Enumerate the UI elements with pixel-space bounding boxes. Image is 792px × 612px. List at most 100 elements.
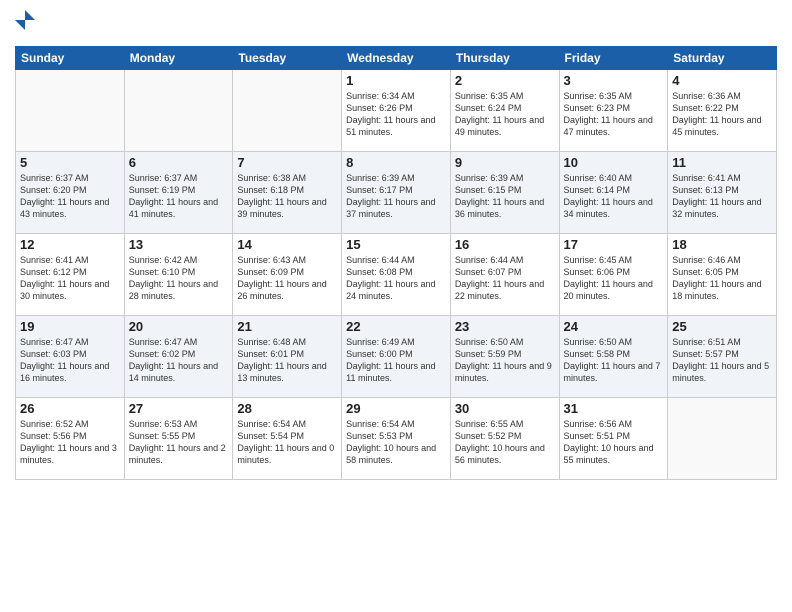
cell-content: Sunrise: 6:38 AM Sunset: 6:18 PM Dayligh… (237, 172, 337, 221)
calendar-week-5: 26 Sunrise: 6:52 AM Sunset: 5:56 PM Dayli… (16, 398, 777, 480)
header (15, 10, 777, 38)
day-number: 4 (672, 73, 772, 88)
calendar-cell: 5 Sunrise: 6:37 AM Sunset: 6:20 PM Daylig… (16, 152, 125, 234)
cell-content: Sunrise: 6:49 AM Sunset: 6:00 PM Dayligh… (346, 336, 446, 385)
cell-content: Sunrise: 6:39 AM Sunset: 6:17 PM Dayligh… (346, 172, 446, 221)
cell-content: Sunrise: 6:42 AM Sunset: 6:10 PM Dayligh… (129, 254, 229, 303)
cell-content: Sunrise: 6:34 AM Sunset: 6:26 PM Dayligh… (346, 90, 446, 139)
day-number: 25 (672, 319, 772, 334)
cell-content: Sunrise: 6:55 AM Sunset: 5:52 PM Dayligh… (455, 418, 555, 467)
calendar-cell: 9 Sunrise: 6:39 AM Sunset: 6:15 PM Daylig… (450, 152, 559, 234)
calendar-cell: 18 Sunrise: 6:46 AM Sunset: 6:05 PM Dayli… (668, 234, 777, 316)
cell-content: Sunrise: 6:44 AM Sunset: 6:07 PM Dayligh… (455, 254, 555, 303)
day-number: 20 (129, 319, 229, 334)
logo (15, 10, 39, 38)
calendar-cell: 23 Sunrise: 6:50 AM Sunset: 5:59 PM Dayli… (450, 316, 559, 398)
calendar-cell: 17Sunrise: 6:45 AM Sunset: 6:06 PM Dayli… (559, 234, 668, 316)
day-number: 3 (564, 73, 664, 88)
calendar-cell (124, 70, 233, 152)
cell-content: Sunrise: 6:47 AM Sunset: 6:03 PM Dayligh… (20, 336, 120, 385)
calendar-cell: 26 Sunrise: 6:52 AM Sunset: 5:56 PM Dayli… (16, 398, 125, 480)
day-number: 16 (455, 237, 555, 252)
cell-content: Sunrise: 6:50 AM Sunset: 5:58 PM Dayligh… (564, 336, 664, 385)
calendar-cell: 30 Sunrise: 6:55 AM Sunset: 5:52 PM Dayli… (450, 398, 559, 480)
calendar: SundayMondayTuesdayWednesdayThursdayFrid… (15, 46, 777, 480)
day-number: 28 (237, 401, 337, 416)
day-number: 2 (455, 73, 555, 88)
calendar-header-friday: Friday (559, 47, 668, 70)
calendar-header-sunday: Sunday (16, 47, 125, 70)
day-number: 9 (455, 155, 555, 170)
calendar-cell: 15 Sunrise: 6:44 AM Sunset: 6:08 PM Dayli… (342, 234, 451, 316)
day-number: 8 (346, 155, 446, 170)
day-number: 27 (129, 401, 229, 416)
day-number: 7 (237, 155, 337, 170)
calendar-cell: 31Sunrise: 6:56 AM Sunset: 5:51 PM Dayli… (559, 398, 668, 480)
calendar-cell: 10 Sunrise: 6:40 AM Sunset: 6:14 PM Dayli… (559, 152, 668, 234)
cell-content: Sunrise: 6:54 AM Sunset: 5:54 PM Dayligh… (237, 418, 337, 467)
day-number: 30 (455, 401, 555, 416)
page: SundayMondayTuesdayWednesdayThursdayFrid… (0, 0, 792, 612)
day-number: 24 (564, 319, 664, 334)
calendar-cell: 2 Sunrise: 6:35 AM Sunset: 6:24 PM Daylig… (450, 70, 559, 152)
calendar-header-saturday: Saturday (668, 47, 777, 70)
calendar-cell (233, 70, 342, 152)
calendar-week-4: 19Sunrise: 6:47 AM Sunset: 6:03 PM Dayli… (16, 316, 777, 398)
calendar-header-thursday: Thursday (450, 47, 559, 70)
cell-content: Sunrise: 6:47 AM Sunset: 6:02 PM Dayligh… (129, 336, 229, 385)
cell-content: Sunrise: 6:39 AM Sunset: 6:15 PM Dayligh… (455, 172, 555, 221)
calendar-week-1: 1 Sunrise: 6:34 AM Sunset: 6:26 PM Daylig… (16, 70, 777, 152)
day-number: 18 (672, 237, 772, 252)
cell-content: Sunrise: 6:35 AM Sunset: 6:24 PM Dayligh… (455, 90, 555, 139)
calendar-header-tuesday: Tuesday (233, 47, 342, 70)
calendar-cell: 11 Sunrise: 6:41 AM Sunset: 6:13 PM Dayli… (668, 152, 777, 234)
calendar-cell: 7 Sunrise: 6:38 AM Sunset: 6:18 PM Daylig… (233, 152, 342, 234)
day-number: 5 (20, 155, 120, 170)
calendar-cell: 16 Sunrise: 6:44 AM Sunset: 6:07 PM Dayli… (450, 234, 559, 316)
cell-content: Sunrise: 6:43 AM Sunset: 6:09 PM Dayligh… (237, 254, 337, 303)
calendar-cell: 12Sunrise: 6:41 AM Sunset: 6:12 PM Dayli… (16, 234, 125, 316)
calendar-cell: 22 Sunrise: 6:49 AM Sunset: 6:00 PM Dayli… (342, 316, 451, 398)
cell-content: Sunrise: 6:56 AM Sunset: 5:51 PM Dayligh… (564, 418, 664, 467)
calendar-header-monday: Monday (124, 47, 233, 70)
calendar-cell: 27 Sunrise: 6:53 AM Sunset: 5:55 PM Dayli… (124, 398, 233, 480)
calendar-cell: 21 Sunrise: 6:48 AM Sunset: 6:01 PM Dayli… (233, 316, 342, 398)
cell-content: Sunrise: 6:40 AM Sunset: 6:14 PM Dayligh… (564, 172, 664, 221)
calendar-cell (668, 398, 777, 480)
day-number: 15 (346, 237, 446, 252)
calendar-cell: 20 Sunrise: 6:47 AM Sunset: 6:02 PM Dayli… (124, 316, 233, 398)
calendar-cell: 1 Sunrise: 6:34 AM Sunset: 6:26 PM Daylig… (342, 70, 451, 152)
day-number: 26 (20, 401, 120, 416)
calendar-header-wednesday: Wednesday (342, 47, 451, 70)
calendar-week-2: 5 Sunrise: 6:37 AM Sunset: 6:20 PM Daylig… (16, 152, 777, 234)
logo-icon (15, 10, 35, 38)
day-number: 21 (237, 319, 337, 334)
day-number: 14 (237, 237, 337, 252)
cell-content: Sunrise: 6:48 AM Sunset: 6:01 PM Dayligh… (237, 336, 337, 385)
cell-content: Sunrise: 6:50 AM Sunset: 5:59 PM Dayligh… (455, 336, 555, 385)
cell-content: Sunrise: 6:53 AM Sunset: 5:55 PM Dayligh… (129, 418, 229, 467)
calendar-cell: 8 Sunrise: 6:39 AM Sunset: 6:17 PM Daylig… (342, 152, 451, 234)
day-number: 29 (346, 401, 446, 416)
day-number: 11 (672, 155, 772, 170)
day-number: 10 (564, 155, 664, 170)
day-number: 1 (346, 73, 446, 88)
day-number: 23 (455, 319, 555, 334)
cell-content: Sunrise: 6:37 AM Sunset: 6:20 PM Dayligh… (20, 172, 120, 221)
day-number: 6 (129, 155, 229, 170)
day-number: 12 (20, 237, 120, 252)
calendar-cell: 13 Sunrise: 6:42 AM Sunset: 6:10 PM Dayli… (124, 234, 233, 316)
day-number: 22 (346, 319, 446, 334)
cell-content: Sunrise: 6:41 AM Sunset: 6:13 PM Dayligh… (672, 172, 772, 221)
calendar-week-3: 12Sunrise: 6:41 AM Sunset: 6:12 PM Dayli… (16, 234, 777, 316)
cell-content: Sunrise: 6:54 AM Sunset: 5:53 PM Dayligh… (346, 418, 446, 467)
cell-content: Sunrise: 6:52 AM Sunset: 5:56 PM Dayligh… (20, 418, 120, 467)
calendar-cell: 14 Sunrise: 6:43 AM Sunset: 6:09 PM Dayli… (233, 234, 342, 316)
day-number: 13 (129, 237, 229, 252)
cell-content: Sunrise: 6:51 AM Sunset: 5:57 PM Dayligh… (672, 336, 772, 385)
cell-content: Sunrise: 6:36 AM Sunset: 6:22 PM Dayligh… (672, 90, 772, 139)
cell-content: Sunrise: 6:44 AM Sunset: 6:08 PM Dayligh… (346, 254, 446, 303)
calendar-cell: 25 Sunrise: 6:51 AM Sunset: 5:57 PM Dayli… (668, 316, 777, 398)
day-number: 17 (564, 237, 664, 252)
cell-content: Sunrise: 6:46 AM Sunset: 6:05 PM Dayligh… (672, 254, 772, 303)
